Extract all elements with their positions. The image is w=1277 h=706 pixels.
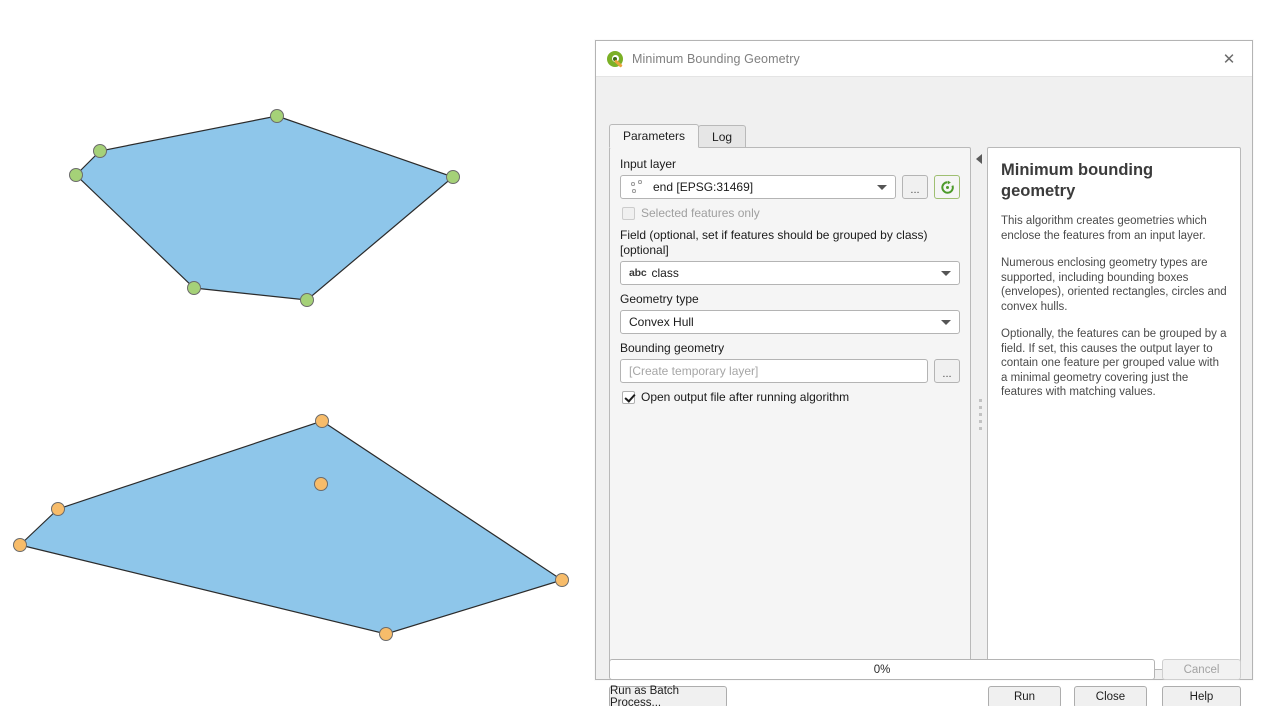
progress-bar: 0% [609,659,1155,680]
geometry-type-combo[interactable]: Convex Hull [620,310,960,334]
help-paragraph-1: This algorithm creates geometries which … [1001,215,1207,242]
close-icon[interactable]: ✕ [1214,45,1244,73]
bounding-geometry-browse-button[interactable]: ... [934,359,960,383]
bounding-geometry-row: [Create temporary layer] ... [620,359,960,383]
refresh-green-icon[interactable] [934,175,960,199]
field-label: Field (optional, set if features should … [620,228,928,257]
map-polygon [18,420,564,635]
help-title: Minimum bounding geometry [1001,161,1154,200]
geometry-type-label: Geometry type [620,292,699,306]
collapse-left-arrow-icon[interactable] [976,154,982,164]
field-value: class [651,266,679,280]
open-output-checkbox[interactable] [622,390,635,404]
abc-string-icon: abc [629,267,647,279]
chevron-down-icon [941,271,951,276]
input-layer-combo[interactable]: end [EPSG:31469] [620,175,896,199]
field-combo[interactable]: abc class [620,261,960,285]
map-vertex-marker [300,293,314,307]
map-vertex-marker [69,168,83,182]
chevron-down-icon [941,320,951,325]
input-layer-row: end [EPSG:31469] ... [620,175,960,199]
map-vertex-marker [555,573,569,587]
point-layer-icon [629,179,649,195]
input-layer-label: Input layer [620,157,677,171]
dialog-titlebar[interactable]: Minimum Bounding Geometry ✕ [596,41,1252,77]
field-row: abc class [620,261,960,285]
minimum-bounding-geometry-dialog: Minimum Bounding Geometry ✕ Parameters L… [595,40,1253,706]
map-vertex-marker [315,414,329,428]
help-panel: Minimum bounding geometry This algorithm… [987,147,1241,670]
selected-features-only-checkbox [622,206,635,220]
open-output-label: Open output file after running algorithm [641,390,850,404]
progress-text: 0% [873,663,891,676]
bounding-geometry-label: Bounding geometry [620,341,725,355]
panel-splitter[interactable] [974,147,988,670]
geometry-type-value: Convex Hull [629,315,694,329]
selected-features-only-row: Selected features only [622,206,960,220]
chevron-down-icon [877,185,887,190]
map-vertex-marker [446,170,460,184]
tab-bar: Parameters Log [609,124,747,148]
map-vertex-marker [51,502,65,516]
map-vertex-marker [187,281,201,295]
run-button[interactable]: Run [988,686,1061,706]
tab-parameters-label: Parameters [623,129,686,143]
dialog-body: Parameters Log Input layer end [EPSG:314… [596,77,1252,706]
map-vertex-marker [270,109,284,123]
geometry-type-row: Convex Hull [620,310,960,334]
selected-features-only-label: Selected features only [641,206,760,220]
qgis-logo-icon [607,50,623,68]
parameters-panel: Input layer end [EPSG:31469] ... Selecte… [609,147,971,670]
open-output-row[interactable]: Open output file after running algorithm [622,390,960,404]
splitter-grip[interactable] [979,399,982,434]
tab-log-label: Log [712,129,733,144]
map-vertex-marker [314,477,328,491]
dialog-title: Minimum Bounding Geometry [632,51,800,66]
map-vertex-marker [13,538,27,552]
close-button[interactable]: Close [1074,686,1147,706]
help-paragraph-3: Optionally, the features can be grouped … [1001,328,1227,398]
input-layer-value: end [EPSG:31469] [653,180,754,194]
map-polygon [75,115,455,301]
tab-log[interactable]: Log [698,125,747,147]
tab-parameters[interactable]: Parameters [609,124,700,148]
map-geometry-layer [13,109,569,641]
input-layer-browse-button[interactable]: ... [902,175,928,199]
map-canvas[interactable] [0,0,595,706]
help-paragraph-2: Numerous enclosing geometry types are su… [1001,257,1227,313]
map-vertex-marker [379,627,393,641]
bounding-geometry-input[interactable]: [Create temporary layer] [620,359,928,383]
help-button[interactable]: Help [1162,686,1241,706]
run-as-batch-process-button[interactable]: Run as Batch Process... [609,685,727,706]
map-vertex-marker [93,144,107,158]
cancel-button[interactable]: Cancel [1162,659,1241,680]
